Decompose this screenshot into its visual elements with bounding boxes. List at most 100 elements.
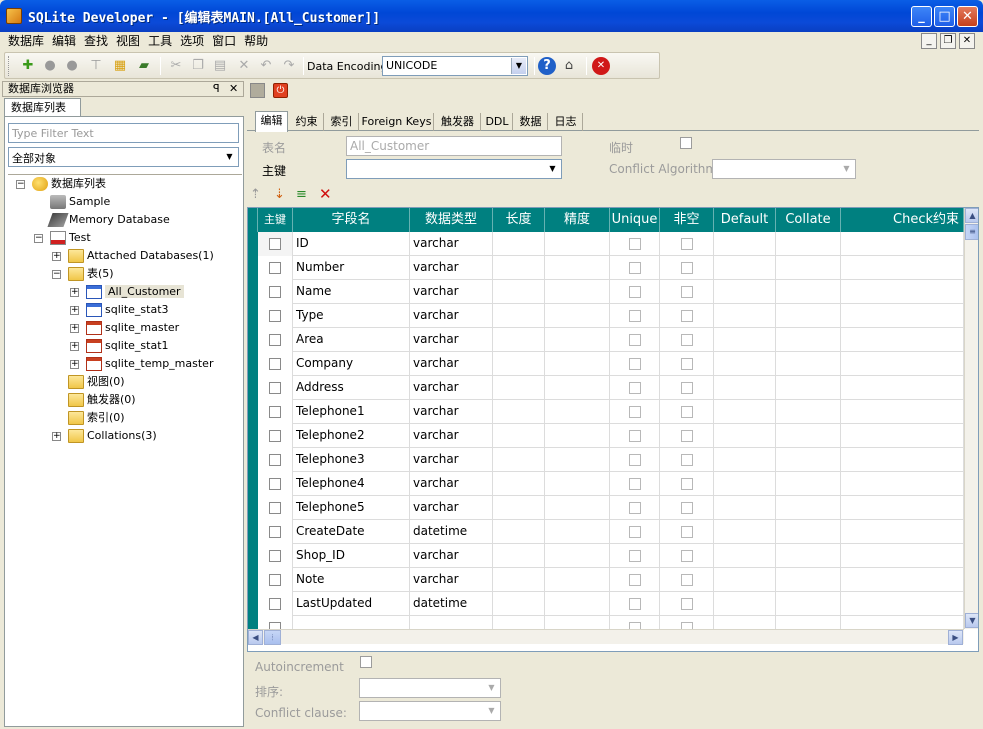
field-name-cell[interactable]: Telephone1 — [293, 400, 410, 424]
checkbox[interactable] — [681, 310, 693, 322]
collate-cell[interactable] — [776, 400, 841, 424]
not-null-cell[interactable] — [660, 232, 714, 256]
tree-item-table-sqlite-stat1[interactable]: sqlite_stat1 — [86, 337, 169, 355]
encoding-select[interactable]: UNICODE ▼ — [382, 56, 528, 76]
browser-close-icon[interactable]: ✕ — [229, 82, 238, 96]
precision-cell[interactable] — [545, 592, 610, 616]
not-null-cell[interactable] — [660, 520, 714, 544]
row-header[interactable] — [248, 544, 258, 568]
precision-cell[interactable] — [545, 424, 610, 448]
checkbox[interactable] — [269, 430, 281, 442]
unique-cell[interactable] — [610, 424, 660, 448]
unique-cell[interactable] — [610, 496, 660, 520]
chevron-down-icon[interactable]: ▼ — [222, 149, 237, 165]
primary-key-cell[interactable] — [258, 472, 293, 496]
new-database-icon[interactable]: ✚ — [19, 57, 37, 75]
col-header-primary-key[interactable]: 主键 — [258, 208, 293, 232]
delete-icon[interactable]: ✕ — [235, 57, 253, 75]
unique-cell[interactable] — [610, 280, 660, 304]
data-type-cell[interactable]: varchar — [410, 352, 493, 376]
tree-item-table-sqlite-stat3[interactable]: sqlite_stat3 — [86, 301, 169, 319]
unique-cell[interactable] — [610, 544, 660, 568]
primary-key-cell[interactable] — [258, 352, 293, 376]
primary-key-cell[interactable] — [258, 256, 293, 280]
precision-cell[interactable] — [545, 328, 610, 352]
not-null-cell[interactable] — [660, 328, 714, 352]
checkbox[interactable] — [681, 478, 693, 490]
stop-icon[interactable]: ✕ — [592, 57, 610, 75]
default-cell[interactable] — [714, 568, 776, 592]
primary-key-cell[interactable] — [258, 376, 293, 400]
row-header[interactable] — [248, 424, 258, 448]
precision-cell[interactable] — [545, 280, 610, 304]
table-row[interactable]: Address varchar — [248, 376, 964, 400]
data-type-cell[interactable]: varchar — [410, 568, 493, 592]
table-row[interactable]: Telephone2 varchar — [248, 424, 964, 448]
tab-triggers[interactable]: 触发器 — [435, 113, 481, 131]
checkbox[interactable] — [629, 478, 641, 490]
default-cell[interactable] — [714, 400, 776, 424]
checkbox[interactable] — [629, 262, 641, 274]
tab-constraints[interactable]: 约束 — [290, 113, 324, 131]
home-icon[interactable]: ⌂ — [560, 57, 578, 75]
primary-key-cell[interactable] — [258, 520, 293, 544]
scroll-right-icon[interactable]: ▶ — [948, 630, 963, 645]
primary-key-select[interactable]: ▼ — [346, 159, 562, 179]
checkbox[interactable] — [269, 286, 281, 298]
primary-key-cell[interactable] — [258, 400, 293, 424]
checkbox[interactable] — [629, 574, 641, 586]
checkbox[interactable] — [629, 382, 641, 394]
checkbox[interactable] — [681, 550, 693, 562]
row-header[interactable] — [248, 592, 258, 616]
col-header-default[interactable]: Default — [714, 208, 776, 232]
field-name-cell[interactable]: ID — [293, 232, 410, 256]
check-cell[interactable] — [841, 520, 964, 544]
table-row[interactable]: Shop_ID varchar — [248, 544, 964, 568]
menu-tools[interactable]: 工具 — [144, 32, 176, 51]
expand-icon[interactable]: + — [52, 432, 61, 441]
field-name-cell[interactable]: Area — [293, 328, 410, 352]
precision-cell[interactable] — [545, 232, 610, 256]
row-header[interactable] — [248, 352, 258, 376]
filter-icon[interactable]: ⊤ — [87, 57, 105, 75]
chevron-down-icon[interactable]: ▼ — [484, 680, 499, 696]
check-cell[interactable] — [841, 592, 964, 616]
chevron-down-icon[interactable]: ▼ — [484, 703, 499, 719]
length-cell[interactable] — [493, 400, 545, 424]
not-null-cell[interactable] — [660, 304, 714, 328]
sort-select[interactable]: ▼ — [359, 678, 501, 698]
precision-cell[interactable] — [545, 256, 610, 280]
precision-cell[interactable] — [545, 376, 610, 400]
remove-database-icon[interactable]: ● — [63, 57, 81, 75]
check-cell[interactable] — [841, 448, 964, 472]
checkbox[interactable] — [681, 238, 693, 250]
field-name-cell[interactable]: Number — [293, 256, 410, 280]
tree-item-collations[interactable]: Collations(3) — [68, 427, 157, 445]
precision-cell[interactable] — [545, 448, 610, 472]
length-cell[interactable] — [493, 544, 545, 568]
default-cell[interactable] — [714, 496, 776, 520]
unique-cell[interactable] — [610, 568, 660, 592]
primary-key-cell[interactable] — [258, 232, 293, 256]
checkbox[interactable] — [681, 526, 693, 538]
tree-item-test[interactable]: Test — [50, 229, 91, 247]
row-header[interactable] — [248, 520, 258, 544]
data-type-cell[interactable]: varchar — [410, 544, 493, 568]
check-cell[interactable] — [841, 544, 964, 568]
checkbox[interactable] — [629, 430, 641, 442]
checkbox[interactable] — [269, 382, 281, 394]
not-null-cell[interactable] — [660, 280, 714, 304]
conflict-algorithm-select[interactable]: ▼ — [712, 159, 856, 179]
default-cell[interactable] — [714, 592, 776, 616]
not-null-cell[interactable] — [660, 448, 714, 472]
checkbox[interactable] — [269, 526, 281, 538]
col-header-collate[interactable]: Collate — [776, 208, 841, 232]
row-header[interactable] — [248, 568, 258, 592]
hscroll-thumb[interactable]: ⦙ — [264, 630, 281, 645]
checkbox[interactable] — [269, 454, 281, 466]
collapse-icon[interactable]: − — [34, 234, 43, 243]
filter-input[interactable]: Type Filter Text — [8, 123, 239, 143]
unique-cell[interactable] — [610, 232, 660, 256]
field-name-cell[interactable]: CreateDate — [293, 520, 410, 544]
scroll-up-icon[interactable]: ▲ — [965, 208, 978, 223]
